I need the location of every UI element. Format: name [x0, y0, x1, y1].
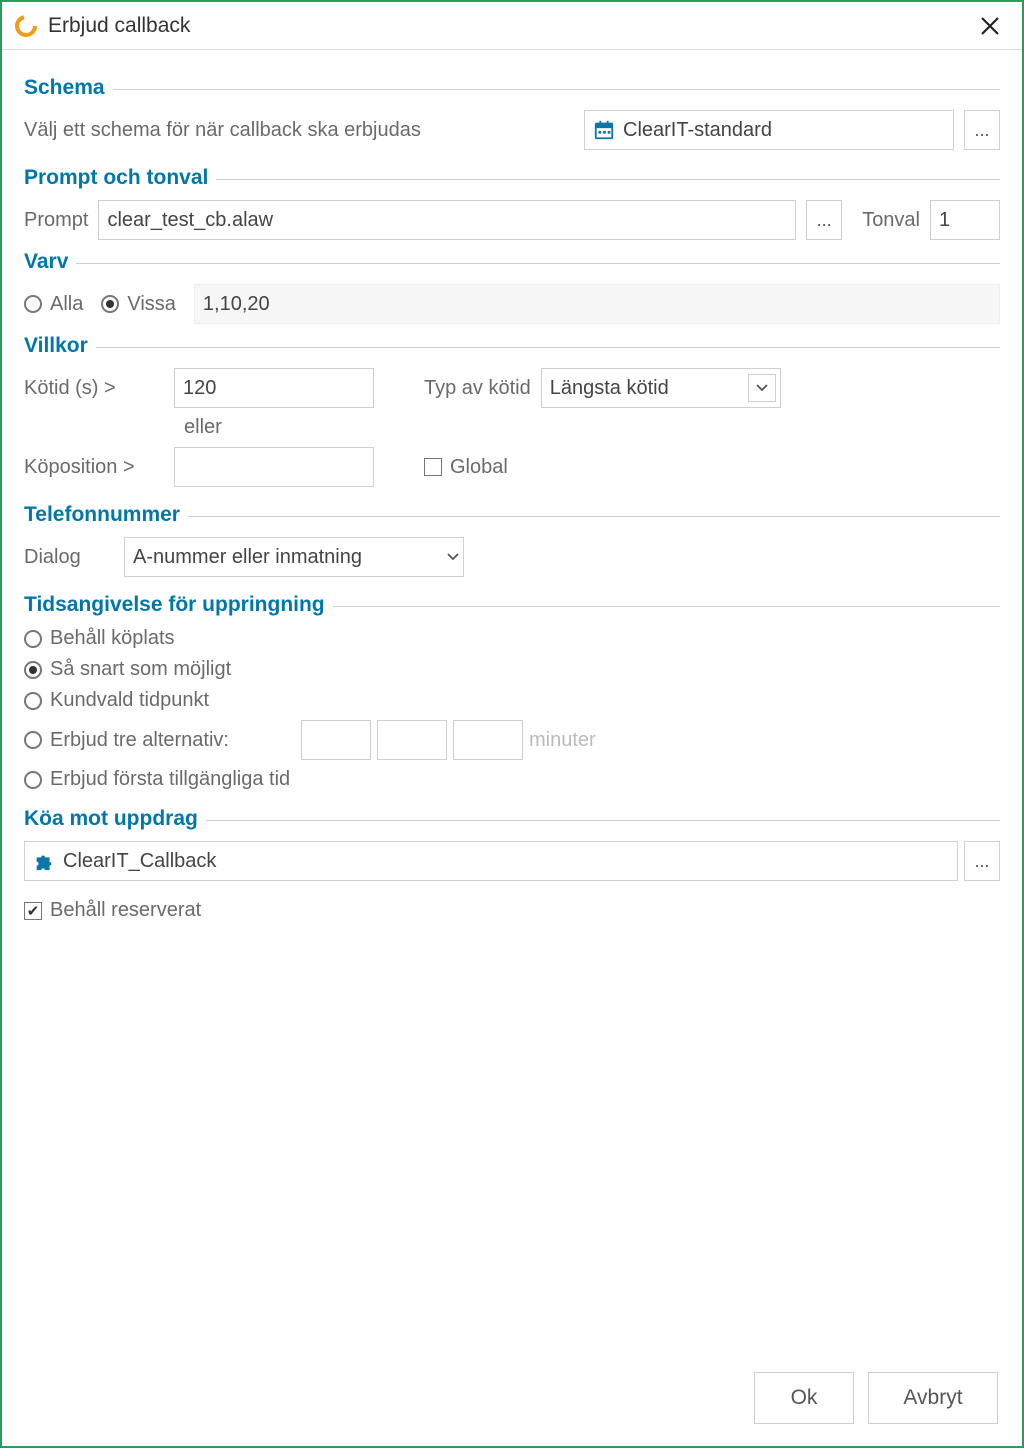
prompt-label: Prompt	[24, 209, 88, 232]
schema-value: ClearIT-standard	[623, 119, 772, 142]
global-checkbox[interactable]: Global	[424, 456, 508, 479]
chevron-down-icon	[748, 374, 776, 402]
koa-field[interactable]: ClearIT_Callback	[24, 841, 958, 881]
radio-tids-three[interactable]: Erbjud tre alternativ:	[24, 729, 229, 752]
ok-button[interactable]: Ok	[754, 1372, 854, 1424]
kotid-label: Kötid (s) >	[24, 377, 164, 400]
cancel-button[interactable]: Avbryt	[868, 1372, 998, 1424]
dialog-combo[interactable]: A-nummer eller inmatning	[124, 537, 464, 577]
koa-browse-button[interactable]: ...	[964, 841, 1000, 881]
legend-varv: Varv	[24, 250, 76, 274]
koposition-input[interactable]	[174, 447, 374, 487]
app-icon	[14, 14, 38, 38]
legend-tids: Tidsangivelse för uppringning	[24, 593, 333, 617]
legend-koa: Köa mot uppdrag	[24, 807, 206, 831]
radio-tids-first[interactable]: Erbjud första tillgängliga tid	[24, 768, 290, 791]
tone-input[interactable]	[930, 200, 1000, 240]
window-title: Erbjud callback	[48, 14, 970, 38]
legend-villkor: Villkor	[24, 334, 96, 358]
typ-combo[interactable]: Längsta kötid	[541, 368, 781, 408]
radio-tids-asap[interactable]: Så snart som möjligt	[24, 658, 231, 681]
puzzle-icon	[33, 850, 55, 872]
kotid-input[interactable]	[174, 368, 374, 408]
tone-label: Tonval	[862, 209, 920, 232]
dialog-window: Erbjud callback Schema Välj ett schema f…	[0, 0, 1024, 1448]
tids-alt1-input[interactable]	[301, 720, 371, 760]
radio-varv-some[interactable]: Vissa	[101, 293, 176, 316]
schema-browse-button[interactable]: ...	[964, 110, 1000, 150]
section-telefon: Telefonnummer Dialog A-nummer eller inma…	[24, 503, 1000, 577]
legend-telefon: Telefonnummer	[24, 503, 188, 527]
radio-varv-all[interactable]: Alla	[24, 293, 83, 316]
section-prompt: Prompt och tonval Prompt ... Tonval	[24, 166, 1000, 240]
section-varv: Varv Alla Vissa	[24, 250, 1000, 324]
dialog-footer: Ok Avbryt	[2, 1356, 1022, 1446]
dialog-value: A-nummer eller inmatning	[133, 546, 362, 569]
section-tids: Tidsangivelse för uppringning Behåll köp…	[24, 593, 1000, 791]
legend-prompt: Prompt och tonval	[24, 166, 216, 190]
prompt-input[interactable]	[98, 200, 796, 240]
koa-value: ClearIT_Callback	[63, 850, 216, 873]
keep-reserved-checkbox[interactable]: ✔ Behåll reserverat	[24, 899, 201, 922]
koposition-label: Köposition >	[24, 456, 164, 479]
typ-value: Längsta kötid	[550, 377, 669, 400]
chevron-down-icon	[447, 553, 459, 561]
tids-alt2-input[interactable]	[377, 720, 447, 760]
calendar-icon	[593, 119, 615, 141]
section-villkor: Villkor Kötid (s) > Typ av kötid Längsta…	[24, 334, 1000, 487]
titlebar: Erbjud callback	[2, 2, 1022, 50]
radio-tids-keep[interactable]: Behåll köplats	[24, 627, 175, 650]
prompt-browse-button[interactable]: ...	[806, 200, 842, 240]
section-schema: Schema Välj ett schema för när callback …	[24, 76, 1000, 150]
typ-label: Typ av kötid	[424, 377, 531, 400]
dialog-body: Schema Välj ett schema för när callback …	[2, 50, 1022, 1356]
minutes-label: minuter	[529, 729, 596, 752]
legend-schema: Schema	[24, 76, 113, 100]
radio-tids-customer[interactable]: Kundvald tidpunkt	[24, 689, 209, 712]
or-label: eller	[184, 416, 222, 439]
tids-alt3-input[interactable]	[453, 720, 523, 760]
schema-label: Välj ett schema för när callback ska erb…	[24, 119, 421, 142]
schema-field[interactable]: ClearIT-standard	[584, 110, 954, 150]
section-koa: Köa mot uppdrag ClearIT_Callback ... ✔ B…	[24, 807, 1000, 922]
close-icon[interactable]	[970, 6, 1010, 46]
dialog-label: Dialog	[24, 546, 114, 569]
varv-some-input[interactable]	[194, 284, 1000, 324]
